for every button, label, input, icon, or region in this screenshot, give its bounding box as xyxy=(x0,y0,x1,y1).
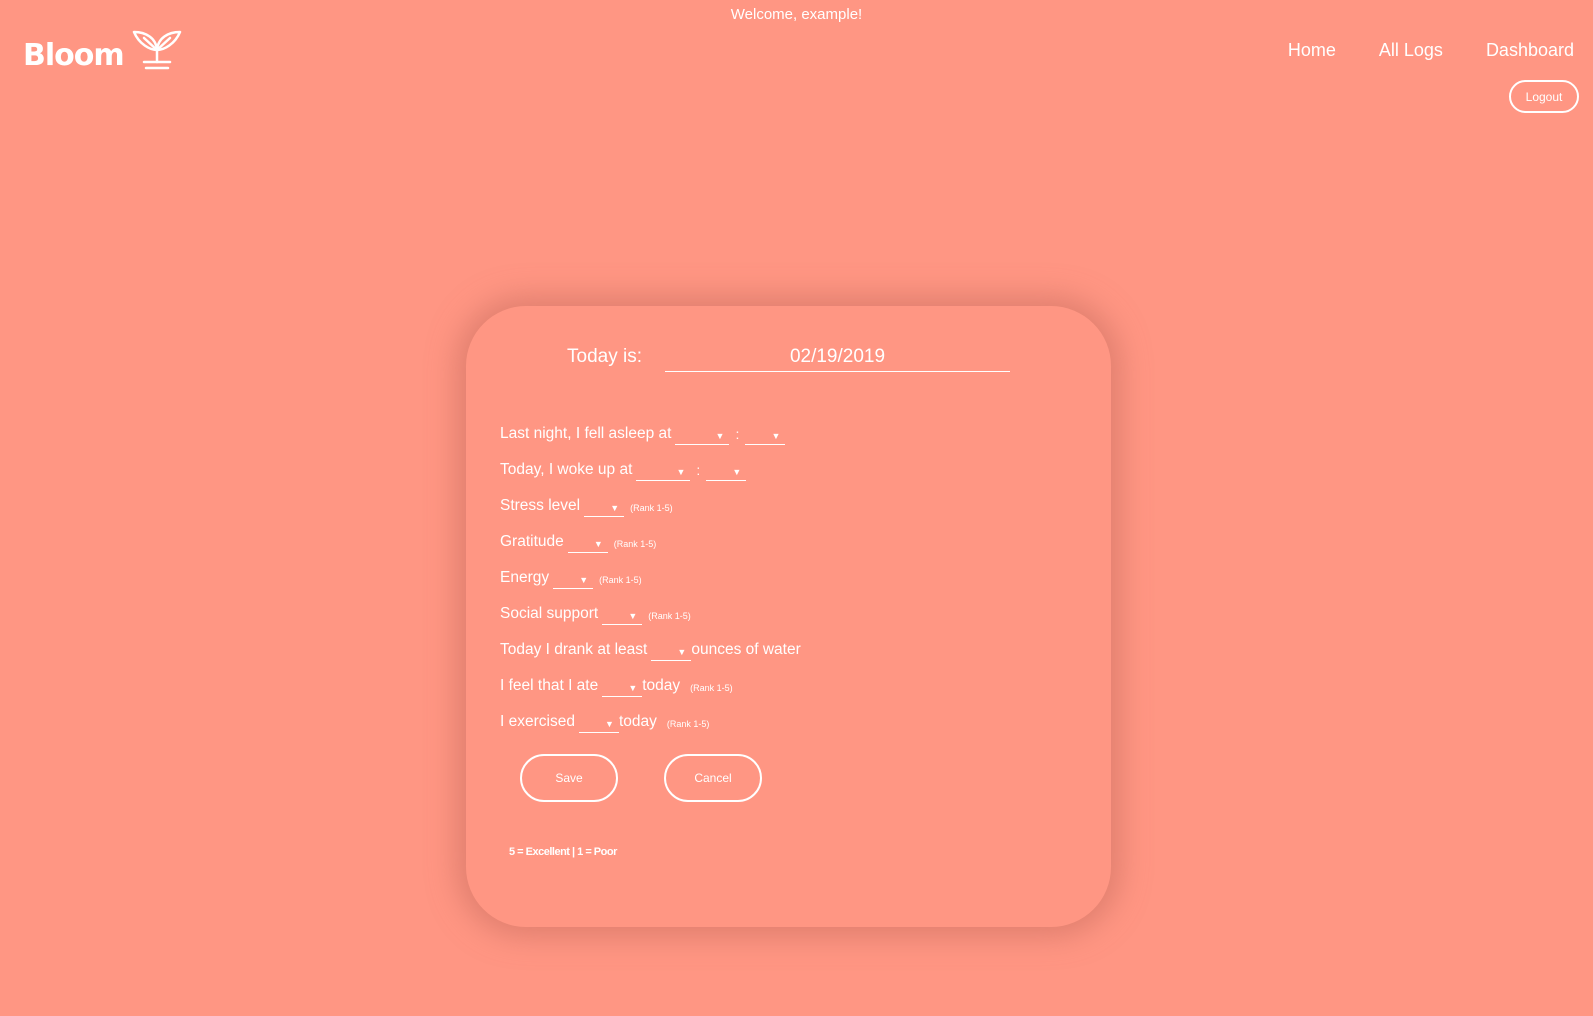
rank-hint: (Rank 1-5) xyxy=(648,611,691,621)
caret-down-icon: ▼ xyxy=(676,467,686,477)
stress-row: Stress level ▼ (Rank 1-5) xyxy=(500,488,1080,524)
save-button[interactable]: Save xyxy=(520,754,618,802)
wake-hour-select[interactable]: ▼ xyxy=(636,465,691,481)
daily-log-card: Today is: Last night, I fell asleep at ▼… xyxy=(466,306,1111,927)
log-form: Last night, I fell asleep at ▼ : ▼ Today… xyxy=(500,416,1080,740)
social-label: Social support xyxy=(500,605,599,622)
caret-down-icon: ▼ xyxy=(610,503,620,513)
ate-select[interactable]: ▼ xyxy=(602,681,643,697)
ate-label: I feel that I ate xyxy=(500,677,599,694)
caret-down-icon: ▼ xyxy=(579,575,589,585)
cancel-button[interactable]: Cancel xyxy=(664,754,762,802)
exercise-select[interactable]: ▼ xyxy=(578,717,619,733)
main-nav: Home All Logs Dashboard xyxy=(1245,40,1574,61)
caret-down-icon: ▼ xyxy=(677,647,687,657)
rank-hint: (Rank 1-5) xyxy=(690,683,733,693)
wake-minute-select[interactable]: ▼ xyxy=(706,465,747,481)
time-separator: : xyxy=(696,462,701,478)
nav-home[interactable]: Home xyxy=(1288,40,1336,61)
stress-label: Stress level xyxy=(500,497,581,514)
energy-label: Energy xyxy=(500,569,550,586)
energy-row: Energy ▼ (Rank 1-5) xyxy=(500,560,1080,596)
welcome-message: Welcome, example! xyxy=(730,6,863,23)
rank-legend: 5 = Excellent | 1 = Poor xyxy=(509,846,617,858)
sprout-icon xyxy=(132,30,181,70)
gratitude-select[interactable]: ▼ xyxy=(567,537,608,553)
water-suffix: ounces of water xyxy=(691,641,801,658)
social-select[interactable]: ▼ xyxy=(602,609,643,625)
brand[interactable]: Bloom xyxy=(23,30,184,80)
rank-hint: (Rank 1-5) xyxy=(599,575,642,585)
date-label: Today is: xyxy=(567,346,642,367)
logout-button[interactable]: Logout xyxy=(1509,80,1579,113)
date-input[interactable] xyxy=(665,346,1010,372)
sleep-minute-select[interactable]: ▼ xyxy=(745,429,786,445)
gratitude-row: Gratitude ▼ (Rank 1-5) xyxy=(500,524,1080,560)
caret-down-icon: ▼ xyxy=(628,611,638,621)
caret-down-icon: ▼ xyxy=(715,431,725,441)
brand-name: Bloom xyxy=(23,37,125,73)
rank-hint: (Rank 1-5) xyxy=(613,539,657,549)
gratitude-label: Gratitude xyxy=(500,533,564,550)
rank-hint: (Rank 1-5) xyxy=(630,503,673,513)
time-separator: : xyxy=(735,426,740,442)
wake-label: Today, I woke up at xyxy=(500,461,633,478)
sleep-row: Last night, I fell asleep at ▼ : ▼ xyxy=(500,416,1080,452)
exercise-suffix: today xyxy=(618,713,657,730)
exercise-row: I exercised ▼ today (Rank 1-5) xyxy=(500,704,1080,740)
water-select[interactable]: ▼ xyxy=(651,645,692,661)
caret-down-icon: ▼ xyxy=(593,539,603,549)
social-row: Social support ▼ (Rank 1-5) xyxy=(500,596,1080,632)
ate-suffix: today xyxy=(642,677,681,694)
caret-down-icon: ▼ xyxy=(732,467,742,477)
stress-select[interactable]: ▼ xyxy=(584,501,625,517)
exercise-label: I exercised xyxy=(500,713,575,730)
caret-down-icon: ▼ xyxy=(605,719,614,729)
sleep-hour-select[interactable]: ▼ xyxy=(675,429,730,445)
wake-row: Today, I woke up at ▼ : ▼ xyxy=(500,452,1080,488)
caret-down-icon: ▼ xyxy=(628,683,638,693)
rank-hint: (Rank 1-5) xyxy=(666,719,710,729)
nav-all-logs[interactable]: All Logs xyxy=(1379,40,1443,61)
water-row: Today I drank at least ▼ ounces of water xyxy=(500,632,1080,668)
energy-select[interactable]: ▼ xyxy=(553,573,594,589)
sleep-label: Last night, I fell asleep at xyxy=(500,425,672,442)
nav-dashboard[interactable]: Dashboard xyxy=(1486,40,1574,61)
water-label: Today I drank at least xyxy=(500,641,648,658)
ate-row: I feel that I ate ▼ today (Rank 1-5) xyxy=(500,668,1080,704)
caret-down-icon: ▼ xyxy=(771,431,781,441)
